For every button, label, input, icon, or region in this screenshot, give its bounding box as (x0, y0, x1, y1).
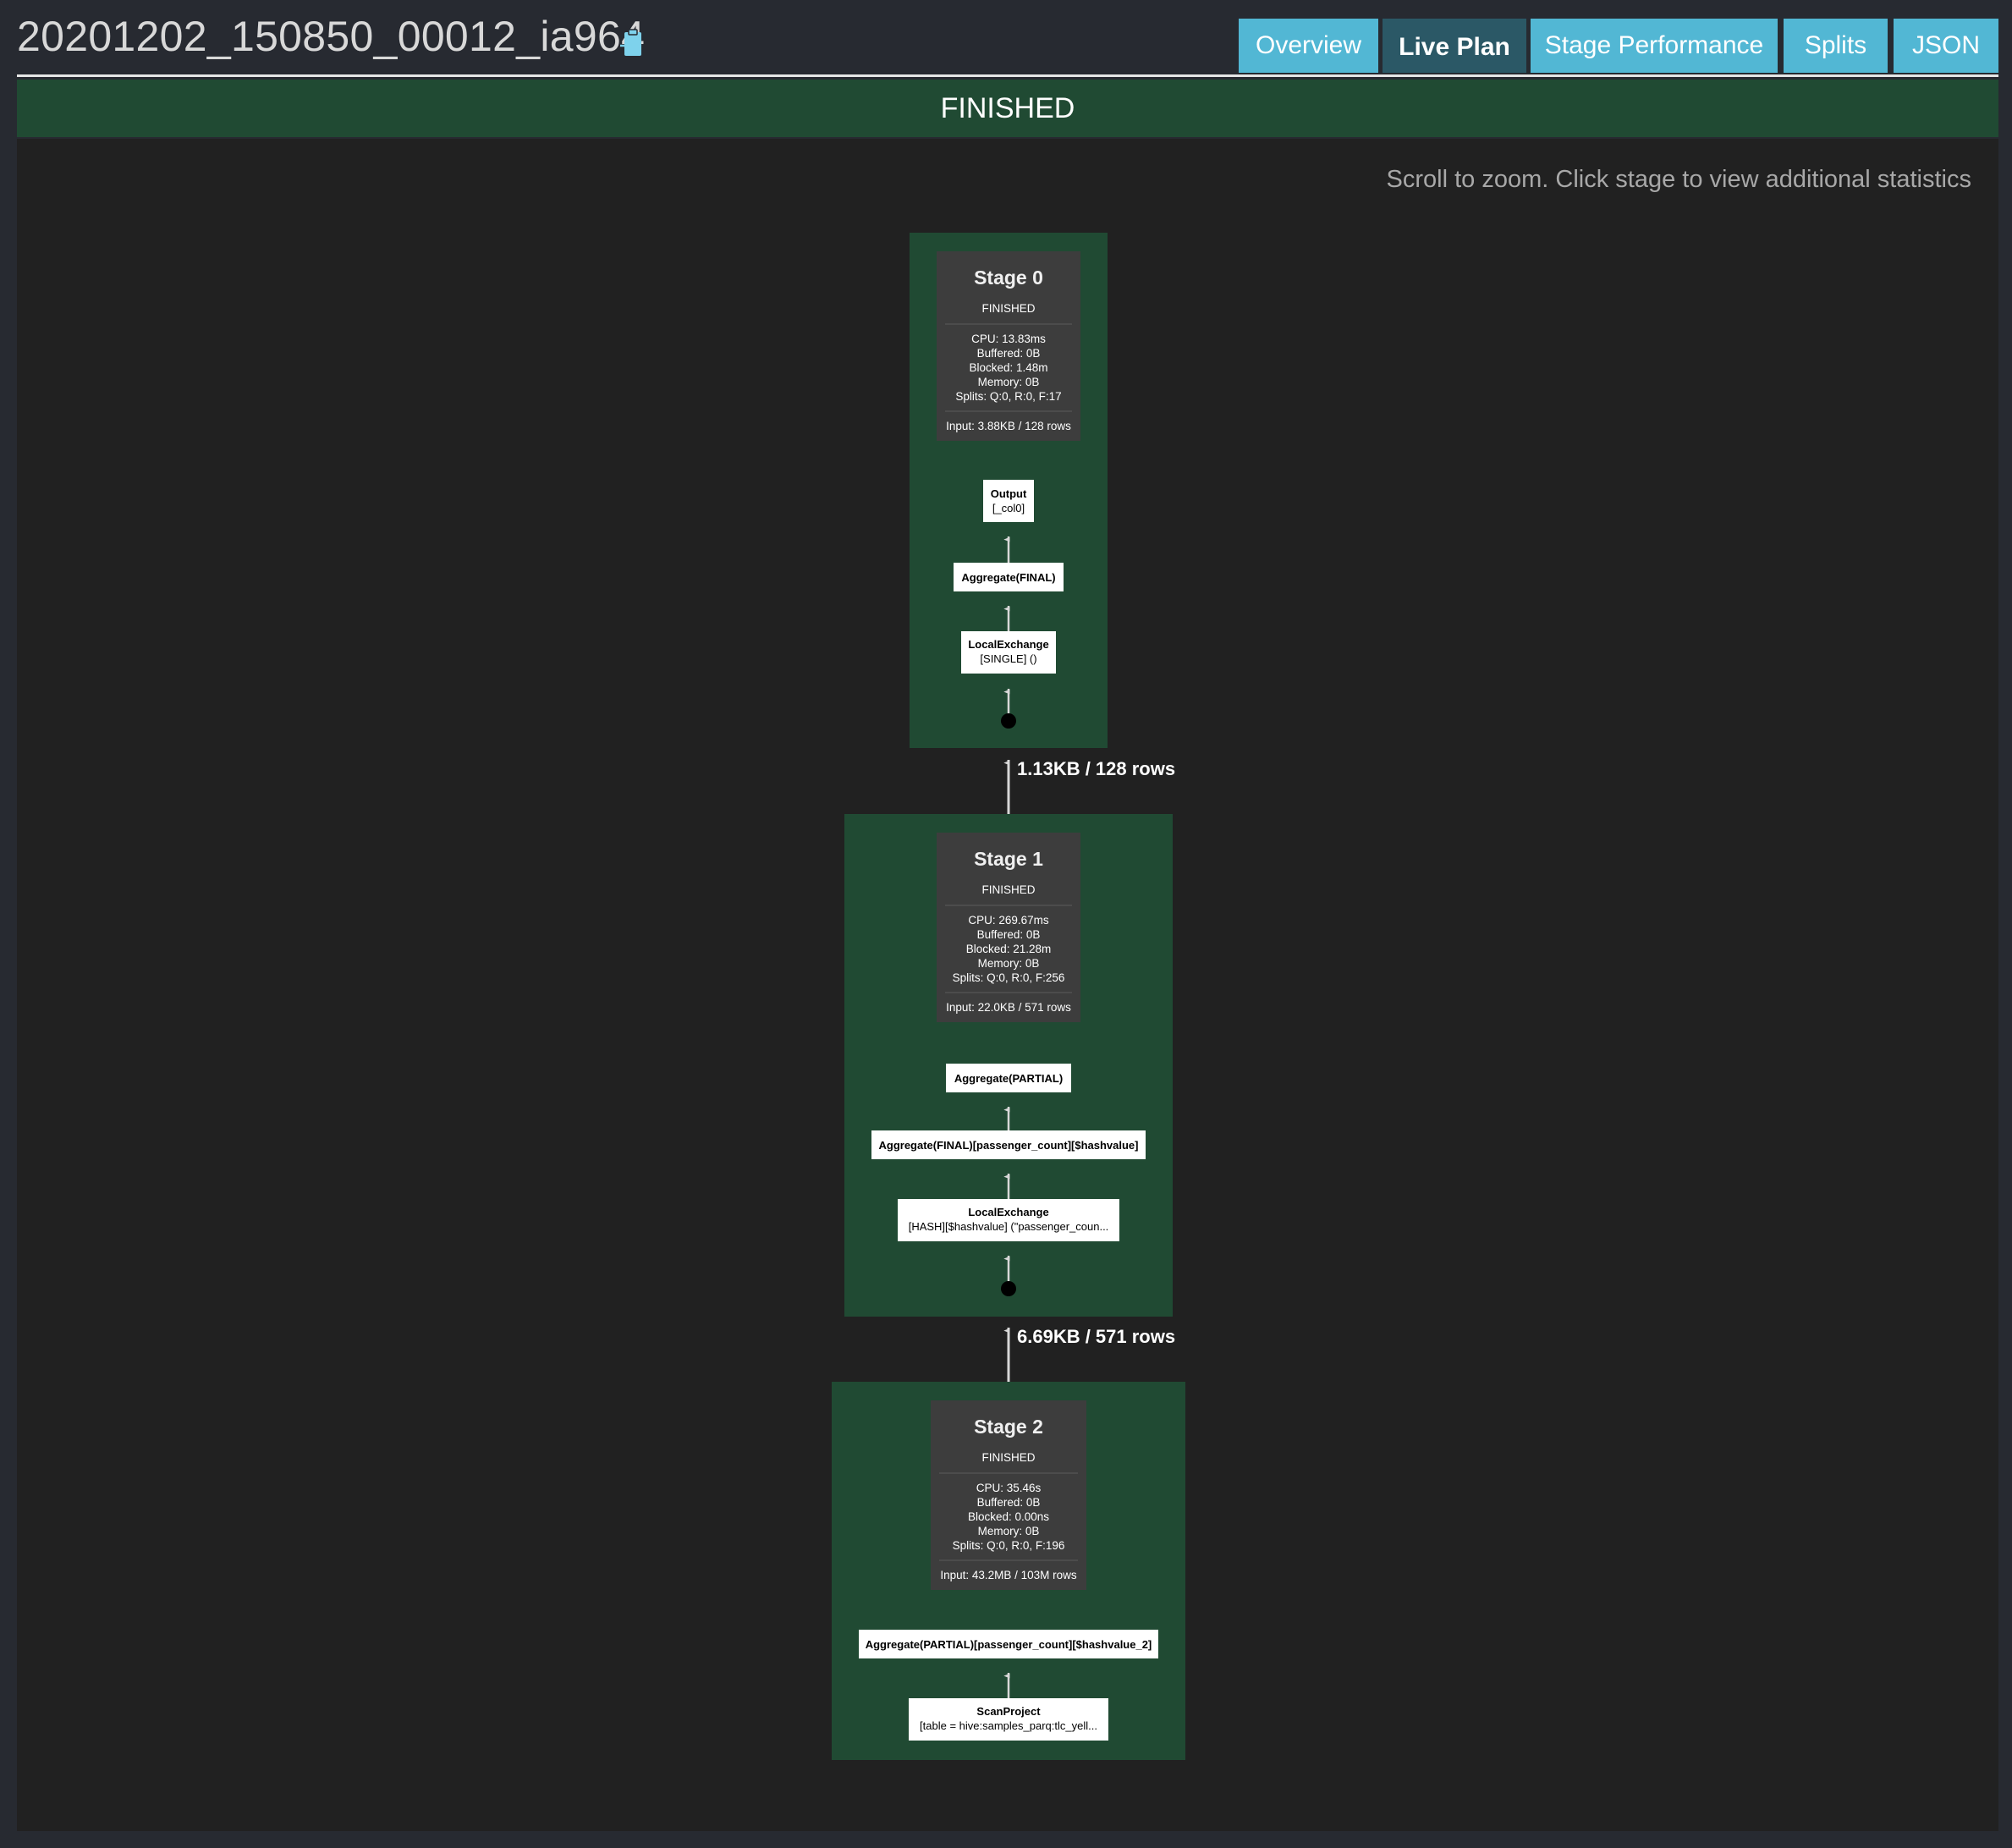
stage-2-memory: Memory: 0B (978, 1525, 1040, 1537)
query-id-title: 20201202_150850_00012_ia964 (17, 13, 646, 60)
stage-0-input: Input: 3.88KB / 128 rows (946, 420, 1071, 432)
operator-local-exchange-hash-title: LocalExchange (968, 1206, 1048, 1218)
operator-local-exchange-hash-detail: [HASH][$hashvalue] ("passenger_coun... (909, 1220, 1109, 1233)
stage-edge-label: 1.13KB / 128 rows (1017, 758, 1175, 779)
stage-2-buffered: Buffered: 0B (977, 1496, 1041, 1509)
stage-0-cpu: CPU: 13.83ms (971, 333, 1046, 345)
operator-scan-project-detail: [table = hive:samples_parq:tlc_yell... (920, 1719, 1097, 1732)
stage-0-buffered: Buffered: 0B (977, 347, 1041, 360)
stage-0-splits: Splits: Q:0, R:0, F:17 (955, 390, 1061, 403)
operator-output-detail: [_col0] (992, 502, 1025, 514)
query-state-bar: FINISHED (17, 80, 1998, 137)
operator-aggregate-final-title: Aggregate(FINAL) (961, 571, 1055, 584)
remote-source-node (1001, 713, 1016, 729)
tab-live-plan[interactable]: Live Plan (1383, 19, 1526, 73)
operator-scan-project-title: ScanProject (976, 1705, 1041, 1718)
operator-output[interactable] (983, 480, 1034, 522)
stage-1-buffered: Buffered: 0B (977, 928, 1041, 941)
operator-output-title: Output (991, 487, 1027, 500)
plan-graph[interactable]: Stage 0 FINISHED CPU: 13.83ms Buffered: … (17, 139, 1998, 1831)
stage-0-title: Stage 0 (974, 267, 1043, 289)
operator-local-exchange-title: LocalExchange (968, 638, 1048, 651)
stage-2-state: FINISHED (981, 1451, 1035, 1464)
live-plan-canvas[interactable]: Stage 0 FINISHED CPU: 13.83ms Buffered: … (17, 139, 1998, 1831)
remote-source-node (1001, 1281, 1016, 1296)
stage-0-state: FINISHED (981, 302, 1035, 315)
stage-2-blocked: Blocked: 0.00ns (968, 1510, 1049, 1523)
stage-2-title: Stage 2 (974, 1416, 1043, 1438)
stage-2-input: Input: 43.2MB / 103M rows (940, 1569, 1077, 1581)
operator-aggregate-partial-title: Aggregate(PARTIAL) (954, 1072, 1063, 1085)
stage-1-memory: Memory: 0B (978, 957, 1040, 970)
operator-local-exchange-detail: [SINGLE] () (980, 652, 1036, 665)
stage-1-splits: Splits: Q:0, R:0, F:256 (953, 971, 1065, 984)
stage-edge-label: 6.69KB / 571 rows (1017, 1326, 1175, 1347)
stage-1-cpu: CPU: 269.67ms (968, 914, 1049, 927)
operator-aggregate-final-hash-title: Aggregate(FINAL)[passenger_count][$hashv… (879, 1139, 1139, 1152)
stage-1-title: Stage 1 (974, 848, 1043, 870)
stage-0-memory: Memory: 0B (978, 376, 1040, 388)
title-divider (17, 74, 1998, 77)
stage-2-cpu: CPU: 35.46s (976, 1482, 1042, 1494)
stage-1-blocked: Blocked: 21.28m (966, 943, 1052, 955)
stage-1-input: Input: 22.0KB / 571 rows (946, 1001, 1071, 1014)
tab-json[interactable]: JSON (1894, 19, 1998, 73)
tab-stage-performance[interactable]: Stage Performance (1531, 19, 1778, 73)
tab-splits[interactable]: Splits (1784, 19, 1888, 73)
operator-aggregate-partial-hash-title: Aggregate(PARTIAL)[passenger_count][$has… (866, 1638, 1152, 1651)
zoom-hint-text: Scroll to zoom. Click stage to view addi… (1386, 166, 1971, 193)
tab-overview[interactable]: Overview (1239, 19, 1378, 73)
stage-1-state: FINISHED (981, 883, 1035, 896)
stage-2-splits: Splits: Q:0, R:0, F:196 (953, 1539, 1065, 1552)
stage-0-blocked: Blocked: 1.48m (969, 361, 1047, 374)
clipboard-icon[interactable] (619, 29, 643, 58)
